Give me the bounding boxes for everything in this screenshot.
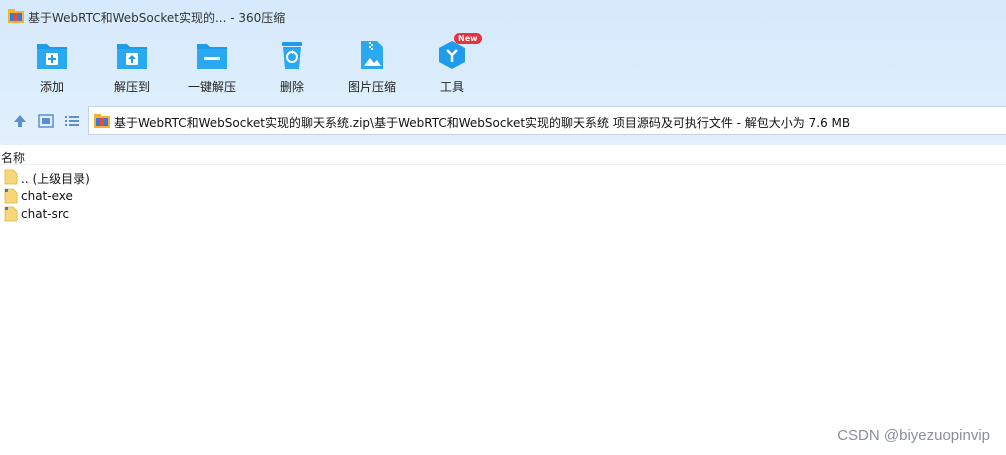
watermark: CSDN @biyezuopinvip bbox=[837, 427, 990, 444]
extract-to-button-label: 解压到 bbox=[113, 80, 150, 94]
up-arrow-icon[interactable] bbox=[11, 112, 29, 130]
delete-button[interactable]: 删除 bbox=[252, 36, 332, 98]
delete-recycle-icon bbox=[282, 42, 302, 69]
window-title: 基于WebRTC和WebSocket实现的... - 360压缩 bbox=[28, 11, 286, 25]
navigation-bar: 基于WebRTC和WebSocket实现的聊天系统.zip\基于WebRTC和W… bbox=[0, 106, 1006, 136]
list-item-name: chat-src bbox=[21, 207, 70, 221]
app-logo-icon bbox=[8, 9, 24, 23]
image-compress-button[interactable]: 图片压缩 bbox=[332, 36, 412, 98]
thumbnail-view-icon[interactable] bbox=[37, 112, 55, 130]
tools-button[interactable]: New 工具 bbox=[412, 33, 492, 98]
one-click-extract-button[interactable]: 一键解压 bbox=[172, 36, 252, 98]
tools-icon bbox=[439, 41, 465, 69]
one-click-extract-icon bbox=[197, 44, 227, 69]
list-item-name: chat-exe bbox=[21, 189, 73, 203]
toolbar: 添加 解压到 一键解压 删除 图片压缩 New 工具 bbox=[0, 33, 1006, 100]
header-area: 基于WebRTC和WebSocket实现的... - 360压缩 添加 解压到 bbox=[0, 0, 1006, 145]
column-name-label: 名称 bbox=[1, 151, 26, 165]
add-button[interactable]: 添加 bbox=[12, 36, 92, 98]
delete-button-label: 删除 bbox=[279, 80, 304, 94]
folder-icon bbox=[4, 169, 18, 185]
tools-button-label: 工具 bbox=[439, 80, 464, 94]
folder-icon bbox=[4, 188, 18, 204]
archive-file-icon bbox=[94, 114, 110, 128]
folder-icon bbox=[4, 206, 18, 222]
add-button-label: 添加 bbox=[39, 80, 64, 94]
new-badge: New bbox=[454, 33, 482, 44]
path-bar[interactable]: 基于WebRTC和WebSocket实现的聊天系统.zip\基于WebRTC和W… bbox=[88, 106, 1006, 135]
column-header-name[interactable]: 名称 bbox=[0, 147, 1006, 165]
list-item[interactable]: chat-exe bbox=[0, 187, 300, 205]
add-archive-icon bbox=[37, 44, 67, 69]
list-view-icon[interactable] bbox=[63, 112, 81, 130]
title-bar: 基于WebRTC和WebSocket实现的... - 360压缩 bbox=[0, 0, 1006, 34]
list-item-name: .. (上级目录) bbox=[21, 172, 90, 186]
path-text: 基于WebRTC和WebSocket实现的聊天系统.zip\基于WebRTC和W… bbox=[114, 116, 851, 130]
extract-to-button[interactable]: 解压到 bbox=[92, 36, 172, 98]
image-compress-icon bbox=[361, 41, 383, 69]
list-item-parent-directory[interactable]: .. (上级目录) bbox=[0, 168, 300, 186]
list-item[interactable]: chat-src bbox=[0, 205, 300, 223]
extract-to-icon bbox=[117, 44, 147, 69]
image-compress-button-label: 图片压缩 bbox=[347, 80, 396, 94]
one-click-extract-button-label: 一键解压 bbox=[187, 80, 236, 94]
